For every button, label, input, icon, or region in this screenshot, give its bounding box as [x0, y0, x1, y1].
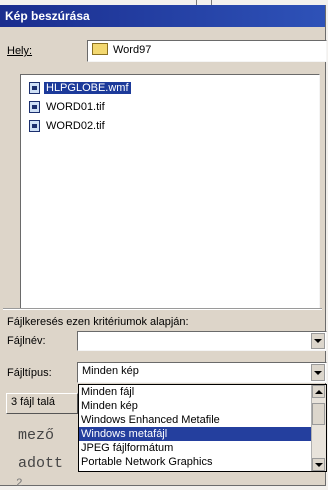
document-text-line: mező [18, 427, 55, 444]
dialog-title: Kép beszúrása [0, 5, 325, 27]
filetype-label: Fájltípus: [7, 367, 52, 379]
chevron-down-icon[interactable] [311, 364, 325, 381]
separator [3, 308, 322, 310]
found-files-text: 3 fájl talá [11, 396, 56, 408]
location-value: Word97 [113, 44, 152, 56]
option-windows-metafile[interactable]: Windows metafájl [79, 427, 326, 441]
criteria-label: Fájlkeresés ezen kritériumok alapján: [7, 316, 189, 328]
filename-label: Fájlnév: [7, 335, 46, 347]
option-jpeg[interactable]: JPEG fájlformátum [79, 441, 326, 455]
file-item-word02[interactable]: WORD02.tif [29, 118, 107, 134]
option-all-files[interactable]: Minden fájl [79, 385, 326, 399]
option-all-images[interactable]: Minden kép [79, 399, 326, 413]
filetype-value: Minden kép [82, 365, 139, 377]
image-file-icon [29, 82, 40, 94]
document-text-line: 2 [16, 478, 23, 490]
location-label: Hely: [7, 45, 33, 57]
scroll-up-icon[interactable] [312, 385, 325, 398]
image-file-icon [29, 101, 40, 113]
scroll-thumb[interactable] [312, 403, 325, 425]
filetype-options-list[interactable]: Minden fájl Minden kép Windows Enhanced … [78, 384, 327, 472]
file-list[interactable]: HLPGLOBE.wmf WORD01.tif WORD02.tif [20, 74, 320, 310]
option-png[interactable]: Portable Network Graphics [79, 455, 326, 469]
chevron-down-icon[interactable] [311, 333, 325, 349]
filetype-dropdown[interactable]: Minden kép [77, 362, 327, 383]
file-item-word01[interactable]: WORD01.tif [29, 99, 107, 115]
document-text-line: adott [18, 455, 64, 472]
option-enhanced-metafile[interactable]: Windows Enhanced Metafile [79, 413, 326, 427]
image-file-icon [29, 120, 40, 132]
scroll-down-icon[interactable] [312, 458, 325, 471]
options-scrollbar[interactable] [311, 385, 326, 471]
location-dropdown[interactable]: Word97 [87, 40, 327, 62]
file-item-hlpglobe[interactable]: HLPGLOBE.wmf [29, 80, 131, 96]
folder-icon [92, 43, 108, 56]
filename-field[interactable] [77, 331, 327, 351]
found-files-button[interactable]: 3 fájl talá [6, 393, 78, 414]
